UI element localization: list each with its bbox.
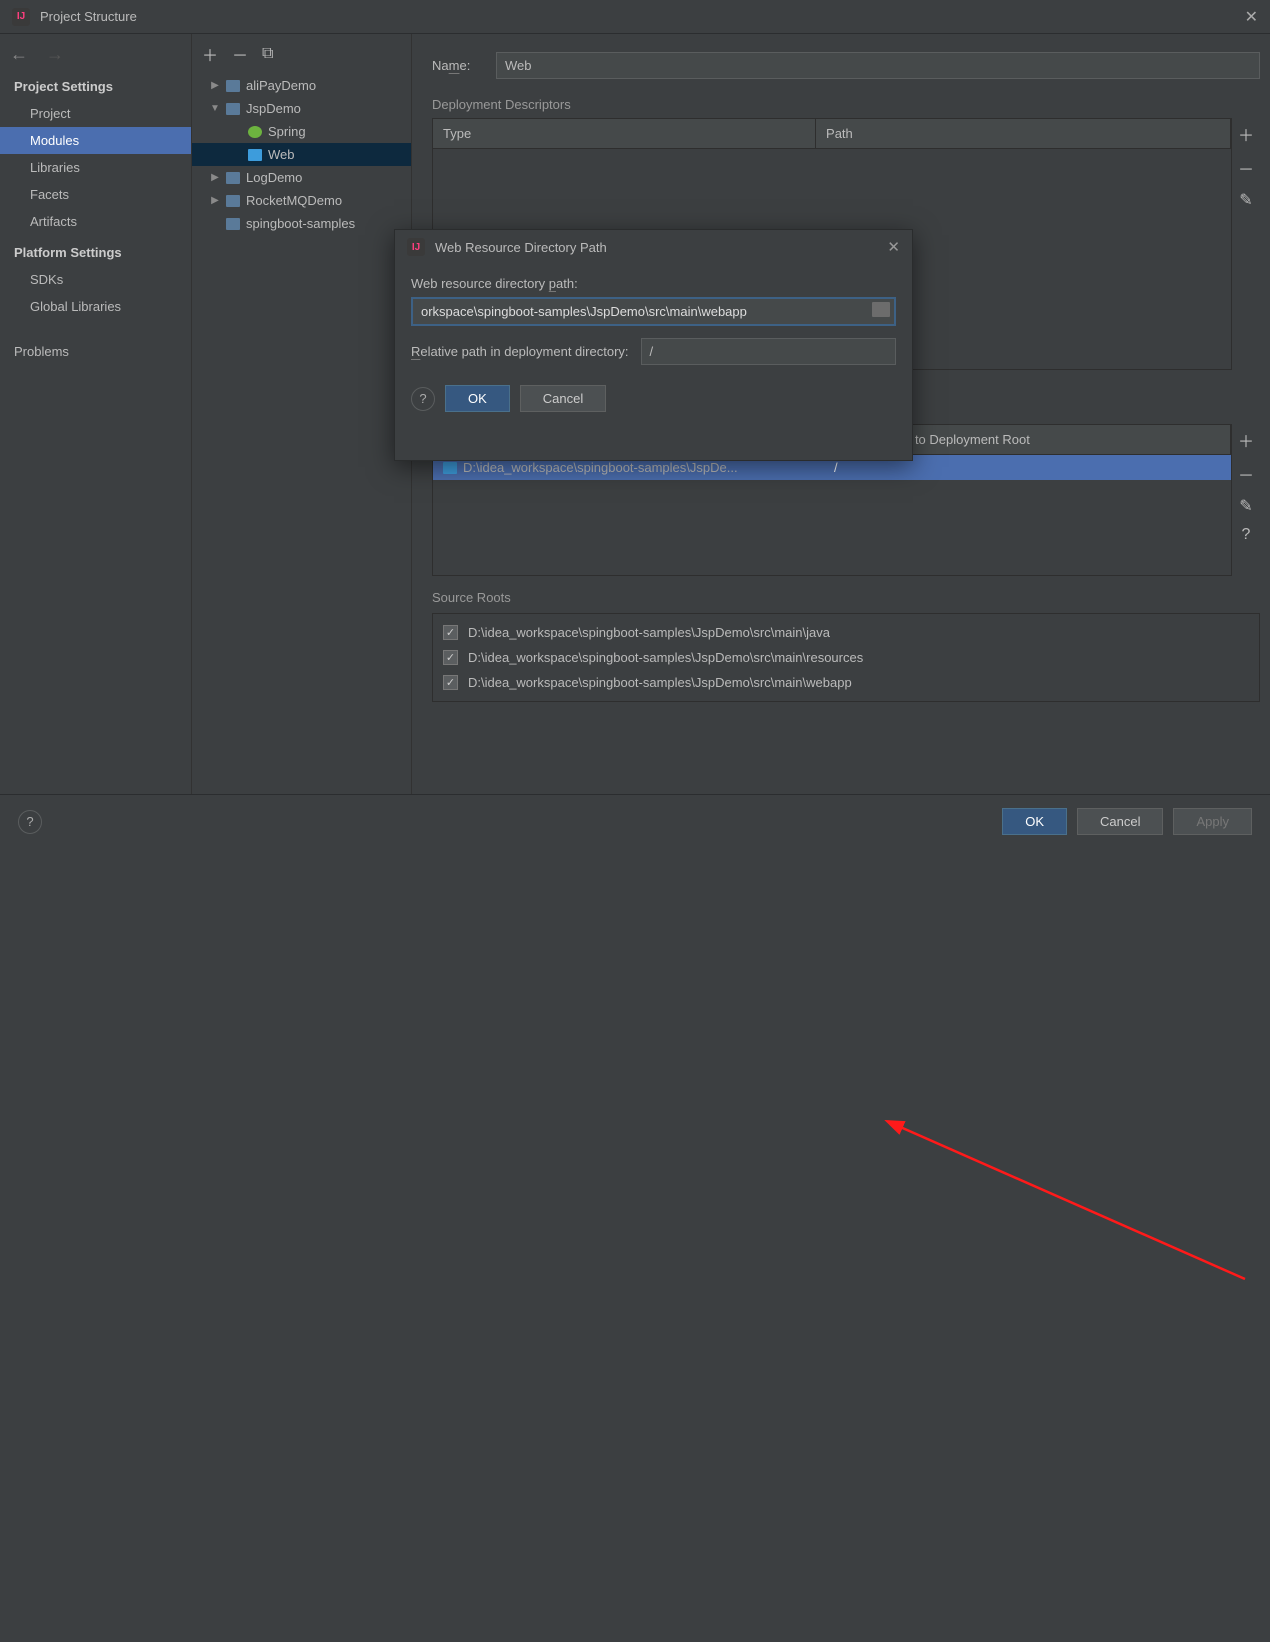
settings-sidebar: ← → Project Settings Project Modules Lib…: [0, 34, 192, 794]
folder-icon: [443, 462, 457, 474]
sidebar-item-facets[interactable]: Facets: [0, 181, 191, 208]
relative-path-input[interactable]: /: [641, 338, 896, 365]
remove-icon[interactable]: －: [1238, 462, 1254, 486]
name-input[interactable]: Web: [496, 52, 1260, 79]
folder-icon: [226, 80, 240, 92]
col-type[interactable]: Type: [433, 119, 816, 148]
web-resource-path-dialog: IJ Web Resource Directory Path ✕ Web res…: [394, 229, 913, 461]
tree-node[interactable]: spingboot-samples: [192, 212, 411, 235]
copy-icon[interactable]: ⧉: [262, 45, 273, 63]
close-icon[interactable]: ✕: [1245, 7, 1258, 27]
nav-back-icon[interactable]: ←: [10, 44, 28, 65]
browse-folder-icon[interactable]: [872, 302, 890, 317]
tree-node-selected[interactable]: Web: [192, 143, 411, 166]
annotation-arrow: [0, 794, 1270, 1642]
ok-button[interactable]: OK: [445, 385, 510, 412]
dialog-title: Web Resource Directory Path: [435, 240, 887, 255]
edit-icon[interactable]: ✎: [1239, 496, 1252, 516]
folder-icon: [226, 103, 240, 115]
section-project-settings: Project Settings: [0, 69, 191, 100]
name-label: Name:: [432, 58, 482, 73]
window-title: Project Structure: [40, 9, 1245, 24]
help-button[interactable]: ?: [411, 387, 435, 411]
help-button[interactable]: ?: [18, 810, 42, 834]
checkbox-checked-icon[interactable]: ✓: [443, 675, 458, 690]
sidebar-item-artifacts[interactable]: Artifacts: [0, 208, 191, 235]
checkbox-checked-icon[interactable]: ✓: [443, 650, 458, 665]
app-logo-icon: IJ: [407, 238, 425, 256]
spring-icon: [248, 126, 262, 138]
add-icon[interactable]: ＋: [1238, 122, 1254, 146]
sidebar-item-libraries[interactable]: Libraries: [0, 154, 191, 181]
deployment-descriptors-label: Deployment Descriptors: [432, 97, 1260, 112]
dialog-footer: ? OK Cancel Apply: [0, 794, 1270, 848]
close-icon[interactable]: ✕: [887, 238, 900, 256]
path-label: Web resource directory path:: [411, 276, 896, 291]
source-root-row[interactable]: ✓D:\idea_workspace\spingboot-samples\Jsp…: [433, 670, 1259, 695]
add-icon[interactable]: ＋: [202, 42, 218, 66]
module-tree: ＋ － ⧉ ▶aliPayDemo ▼JspDemo Spring Web ▶L…: [192, 34, 412, 794]
ok-button[interactable]: OK: [1002, 808, 1067, 835]
app-logo-icon: IJ: [12, 8, 30, 26]
remove-icon[interactable]: －: [232, 42, 248, 66]
tree-node[interactable]: Spring: [192, 120, 411, 143]
folder-icon: [226, 218, 240, 230]
source-roots-label: Source Roots: [432, 590, 1260, 605]
sidebar-item-modules[interactable]: Modules: [0, 127, 191, 154]
cancel-button[interactable]: Cancel: [1077, 808, 1163, 835]
sidebar-item-global-libraries[interactable]: Global Libraries: [0, 293, 191, 320]
apply-button[interactable]: Apply: [1173, 808, 1252, 835]
folder-icon: [226, 195, 240, 207]
help-icon[interactable]: ?: [1242, 526, 1251, 544]
titlebar: IJ Project Structure ✕: [0, 0, 1270, 34]
nav-forward-icon: →: [46, 44, 64, 65]
cancel-button[interactable]: Cancel: [520, 385, 606, 412]
col-path[interactable]: Path: [816, 119, 1231, 148]
sidebar-item-sdks[interactable]: SDKs: [0, 266, 191, 293]
source-root-row[interactable]: ✓D:\idea_workspace\spingboot-samples\Jsp…: [433, 620, 1259, 645]
folder-icon: [226, 172, 240, 184]
sidebar-item-project[interactable]: Project: [0, 100, 191, 127]
source-root-row[interactable]: ✓D:\idea_workspace\spingboot-samples\Jsp…: [433, 645, 1259, 670]
tree-node[interactable]: ▶LogDemo: [192, 166, 411, 189]
tree-node[interactable]: ▶aliPayDemo: [192, 74, 411, 97]
relative-path-label: Relative path in deployment directory:: [411, 344, 629, 359]
sidebar-item-problems[interactable]: Problems: [0, 338, 191, 365]
remove-icon[interactable]: －: [1238, 156, 1254, 180]
tree-node[interactable]: ▼JspDemo: [192, 97, 411, 120]
checkbox-checked-icon[interactable]: ✓: [443, 625, 458, 640]
edit-icon[interactable]: ✎: [1239, 190, 1252, 210]
web-icon: [248, 149, 262, 161]
section-platform-settings: Platform Settings: [0, 235, 191, 266]
path-input[interactable]: orkspace\spingboot-samples\JspDemo\src\m…: [411, 297, 896, 326]
add-icon[interactable]: ＋: [1238, 428, 1254, 452]
tree-node[interactable]: ▶RocketMQDemo: [192, 189, 411, 212]
